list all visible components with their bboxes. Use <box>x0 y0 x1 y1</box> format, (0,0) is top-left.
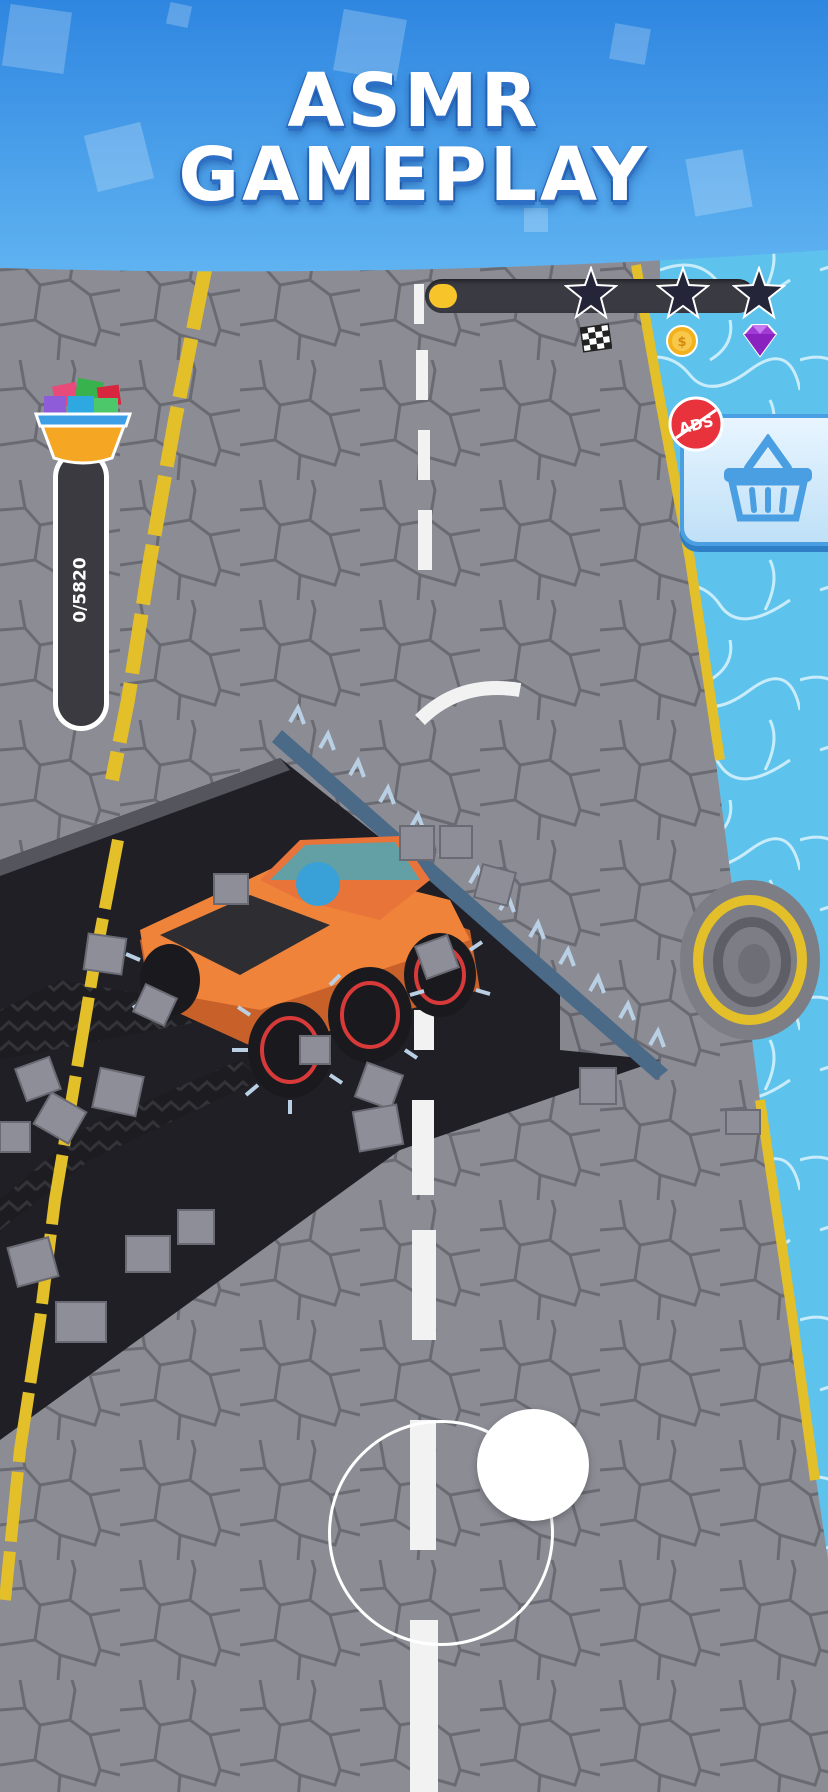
checkered-flag-icon <box>580 323 612 353</box>
cube-basket-icon <box>33 377 133 465</box>
coin-icon: $ <box>666 325 698 357</box>
virtual-joystick[interactable] <box>328 1409 589 1646</box>
star-icon <box>564 266 618 320</box>
collect-meter: 0/5820 <box>28 374 138 734</box>
progress-fill <box>429 284 457 308</box>
star-icon <box>732 266 786 320</box>
no-ads-badge[interactable]: ADS <box>666 394 726 454</box>
svg-text:$: $ <box>677 335 686 350</box>
road-roll <box>680 880 820 1040</box>
star-icon <box>656 266 710 320</box>
joystick-knob[interactable] <box>477 1409 589 1521</box>
meter-track: 0/5820 <box>58 454 104 726</box>
collect-counter: 0/5820 <box>71 557 92 623</box>
gem-icon <box>742 324 778 358</box>
banner-title-line2: GAMEPLAY <box>178 132 650 218</box>
shopping-basket-icon <box>724 434 812 522</box>
